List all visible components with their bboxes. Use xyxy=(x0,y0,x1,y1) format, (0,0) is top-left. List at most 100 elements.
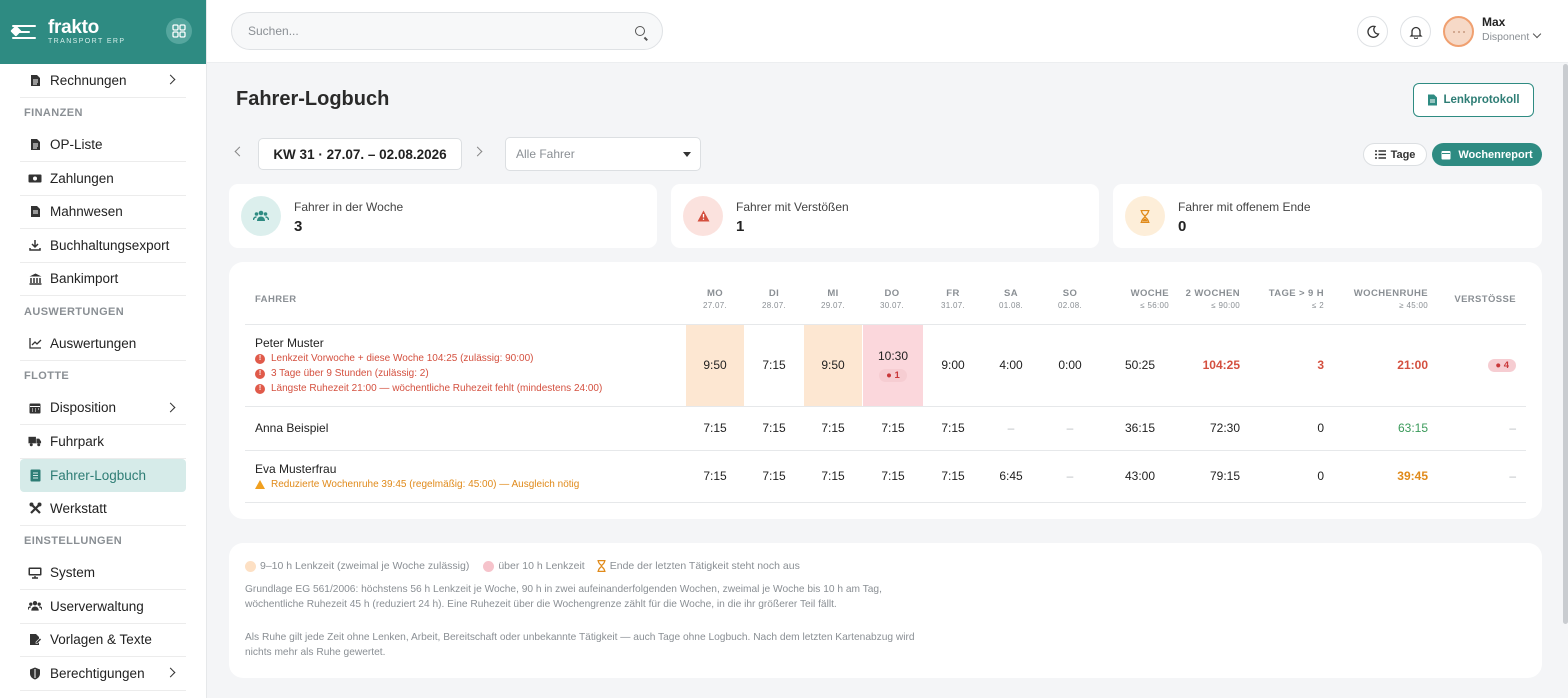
sidebar-item-label: Vorlagen & Texte xyxy=(50,632,152,648)
day-cell[interactable]: 7:15 xyxy=(686,421,744,435)
user-name[interactable]: Max xyxy=(1482,15,1505,29)
sidebar-item-op-liste[interactable]: OP-Liste xyxy=(20,129,186,162)
page-scrollbar[interactable] xyxy=(1563,64,1568,624)
sidebar-nav: Rechnungen FINANZEN OP-Liste Zahlungen M… xyxy=(0,64,206,691)
avatar-dots-icon xyxy=(1452,30,1465,33)
prev-week-chevron-icon[interactable] xyxy=(234,146,245,157)
header-di: DI 28.07. xyxy=(761,288,787,310)
day-cell[interactable]: 7:15 xyxy=(686,469,744,483)
user-role-menu[interactable]: Disponent xyxy=(1482,29,1542,43)
document-icon xyxy=(28,205,42,219)
chart-icon xyxy=(28,336,42,350)
topbar: Suchen... Max Disponent xyxy=(207,0,1568,63)
sidebar-item-fuhrpark[interactable]: Fuhrpark xyxy=(20,425,186,459)
woche-cell: 50:25 xyxy=(1124,358,1155,372)
view-tage-button[interactable]: Tage xyxy=(1363,143,1427,166)
day-cell[interactable]: 7:15 xyxy=(745,421,803,435)
sidebar-item-label: System xyxy=(50,565,96,581)
menu-toggle-icon[interactable] xyxy=(10,22,38,42)
warning-line: ! Lenkzeit Vorwoche + diese Woche 104:25 … xyxy=(255,353,533,364)
stat-label: Fahrer mit Verstößen xyxy=(736,200,849,214)
alert-icon: ! xyxy=(255,353,265,364)
page-title: Fahrer-Logbuch xyxy=(236,88,390,110)
notifications-button[interactable] xyxy=(1400,16,1431,47)
day-cell[interactable]: 7:15 xyxy=(745,469,803,483)
chevron-down-icon xyxy=(1533,29,1542,39)
logbook-icon xyxy=(28,468,42,482)
sidebar-item-auswertungen[interactable]: Auswertungen xyxy=(20,327,186,361)
day-cell[interactable]: 7:15 xyxy=(924,421,982,435)
verstoesse-cell[interactable]: ● 4 xyxy=(1446,357,1516,372)
sidebar-item-system[interactable]: System xyxy=(20,557,186,590)
sidebar-item-userverwaltung[interactable]: Userverwaltung xyxy=(20,590,186,624)
sidebar-item-mahnwesen[interactable]: Mahnwesen xyxy=(20,196,186,229)
day-cell[interactable]: 7:15 xyxy=(864,421,922,435)
tage9-cell: 3 xyxy=(1317,358,1324,372)
day-cell[interactable]: 9:00 xyxy=(924,358,982,372)
zwei-wochen-cell: 104:25 xyxy=(1202,358,1240,372)
sidebar-item-vorlagen[interactable]: Vorlagen & Texte xyxy=(20,624,186,657)
day-cell: – xyxy=(1007,421,1015,435)
day-cell[interactable]: 7:15 xyxy=(745,358,803,372)
legend-label: Ende der letzten Tätigkeit steht noch au… xyxy=(609,560,800,572)
day-cell[interactable]: 7:15 xyxy=(804,469,862,483)
day-cell[interactable]: 10:30 xyxy=(864,349,922,363)
sidebar-item-bankimport[interactable]: Bankimport xyxy=(20,263,186,296)
view-wochenreport-button[interactable]: Wochenreport xyxy=(1432,143,1542,166)
bank-icon xyxy=(28,272,42,286)
day-cell[interactable]: 9:50 xyxy=(804,358,862,372)
money-icon xyxy=(28,171,42,185)
day-cell[interactable]: 7:15 xyxy=(864,469,922,483)
warning-line: Reduzierte Wochenruhe 39:45 (regelmäßig:… xyxy=(255,479,579,490)
dark-mode-button[interactable] xyxy=(1357,16,1388,47)
search-placeholder: Suchen... xyxy=(248,24,299,38)
sidebar: frakto TRANSPORT ERP Rechnungen FINANZEN… xyxy=(0,0,207,698)
woche-cell: 36:15 xyxy=(1124,421,1155,435)
sidebar-item-fahrer-logbuch[interactable]: Fahrer-Logbuch xyxy=(20,458,186,492)
day-cell[interactable]: 6:45 xyxy=(982,469,1040,483)
driver-name[interactable]: Eva Musterfrau xyxy=(255,462,336,476)
driver-filter-select[interactable]: Alle Fahrer xyxy=(505,137,701,171)
legend-swatch-red xyxy=(483,560,495,572)
day-cell[interactable]: 4:00 xyxy=(982,358,1040,372)
sidebar-item-label: Buchhaltungsexport xyxy=(50,237,170,253)
tools-icon xyxy=(28,501,42,515)
day-cell[interactable]: 9:50 xyxy=(686,358,744,372)
lenkprotokoll-button[interactable]: Lenkprotokoll xyxy=(1413,83,1534,117)
avatar[interactable] xyxy=(1443,16,1474,47)
sidebar-item-label: Fahrer-Logbuch xyxy=(50,467,147,483)
hourglass-icon xyxy=(1140,209,1150,223)
calendar-icon xyxy=(28,401,42,415)
sidebar-item-zahlungen[interactable]: Zahlungen xyxy=(20,162,186,196)
brand-header: frakto TRANSPORT ERP xyxy=(0,0,206,64)
week-selector[interactable]: KW 31 · 27.07. – 02.08.2026 xyxy=(258,138,462,170)
search-input[interactable]: Suchen... xyxy=(231,12,663,50)
sidebar-item-label: Werkstatt xyxy=(50,500,107,516)
sidebar-item-buchhaltungsexport[interactable]: Buchhaltungsexport xyxy=(20,229,186,263)
day-cell: – xyxy=(1066,421,1074,435)
apps-grid-button[interactable] xyxy=(166,18,192,44)
day-cell[interactable]: 7:15 xyxy=(804,421,862,435)
next-week-chevron-icon[interactable] xyxy=(472,146,483,157)
sidebar-item-disposition[interactable]: Disposition xyxy=(20,392,186,425)
driver-name[interactable]: Peter Muster xyxy=(255,336,324,350)
sidebar-item-rechnungen[interactable]: Rechnungen xyxy=(20,64,186,98)
day-cell[interactable]: 7:15 xyxy=(924,469,982,483)
moon-icon xyxy=(1366,25,1380,38)
chevron-right-icon xyxy=(165,74,176,85)
driver-name[interactable]: Anna Beispiel xyxy=(255,421,328,435)
header-woche: WOCHE ≤ 56:00 xyxy=(1130,288,1169,310)
day-cell[interactable]: 0:00 xyxy=(1041,358,1099,372)
sidebar-item-berechtigungen[interactable]: Berechtigungen xyxy=(20,657,186,691)
app-subtitle: TRANSPORT ERP xyxy=(48,38,126,45)
sidebar-item-werkstatt[interactable]: Werkstatt xyxy=(20,492,186,526)
violation-badge: ● 1 xyxy=(864,367,922,382)
header-mo: MO 27.07. xyxy=(702,288,728,310)
wochenruhe-cell: 63:15 xyxy=(1397,421,1428,435)
lenkprotokoll-label: Lenkprotokoll xyxy=(1443,94,1520,106)
view-wochenreport-label: Wochenreport xyxy=(1458,148,1533,161)
document-icon xyxy=(28,138,42,152)
alert-icon: ! xyxy=(255,383,265,394)
logo[interactable]: frakto TRANSPORT ERP xyxy=(48,18,126,45)
legend-note: Grundlage EG 561/2006: höchstens 56 h Le… xyxy=(245,584,882,610)
